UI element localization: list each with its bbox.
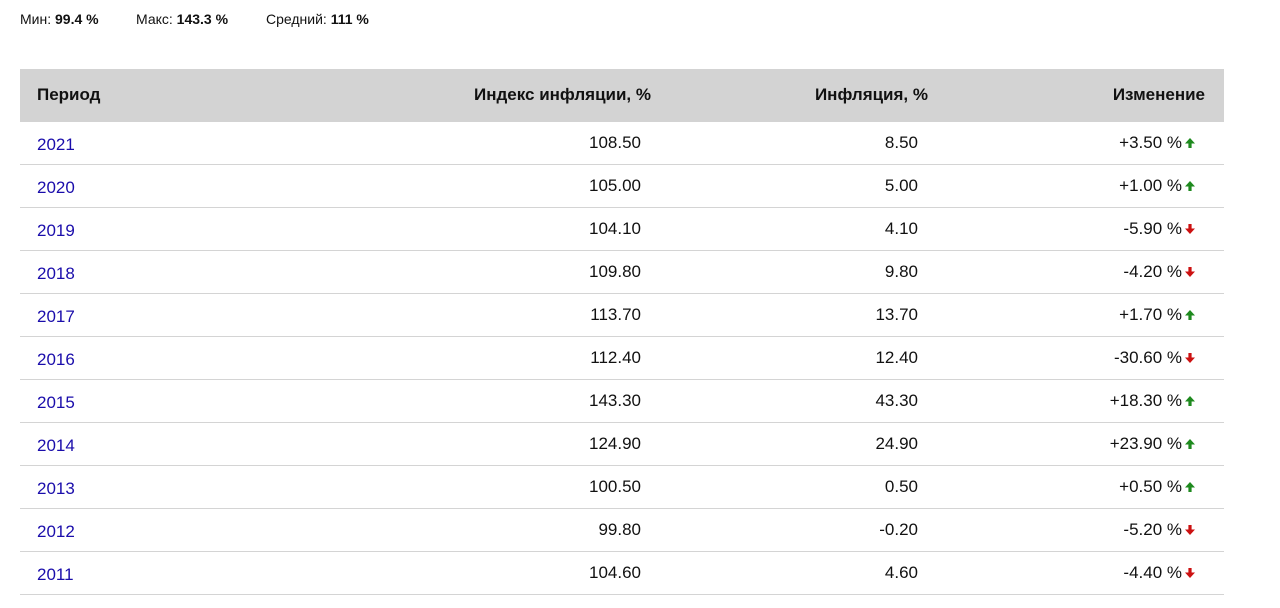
arrow-down-icon bbox=[1184, 266, 1196, 278]
change-cell: +1.70 % bbox=[1119, 305, 1196, 325]
header-change[interactable]: Изменение bbox=[1113, 85, 1205, 105]
arrow-up-icon bbox=[1184, 180, 1196, 192]
change-value: -5.90 % bbox=[1123, 219, 1182, 238]
period-link[interactable]: 2012 bbox=[37, 522, 75, 542]
change-cell: +18.30 % bbox=[1110, 391, 1196, 411]
inflation-value: 43.30 bbox=[875, 391, 918, 410]
arrow-up-icon bbox=[1184, 438, 1196, 450]
change-value: -4.20 % bbox=[1123, 262, 1182, 281]
table-row: 2019 104.10 4.10 -5.90 % bbox=[20, 208, 1224, 251]
change-cell: -30.60 % bbox=[1114, 348, 1196, 368]
index-value: 104.60 bbox=[589, 563, 641, 582]
arrow-down-icon bbox=[1184, 524, 1196, 536]
period-link[interactable]: 2021 bbox=[37, 135, 75, 155]
change-value: -5.20 % bbox=[1123, 520, 1182, 539]
change-cell: +1.00 % bbox=[1119, 176, 1196, 196]
table-body: 2021 108.50 8.50 +3.50 % 2020 105.00 5.00 +1.00… bbox=[20, 122, 1224, 595]
stat-max: Макс: 143.3 % bbox=[136, 10, 266, 28]
table-row: 2014 124.90 24.90 +23.90 % bbox=[20, 423, 1224, 466]
table-header: Период Индекс инфляции, % Инфляция, % Из… bbox=[20, 69, 1224, 122]
index-value: 124.90 bbox=[589, 434, 641, 453]
index-value: 112.40 bbox=[590, 348, 641, 367]
inflation-value: 13.70 bbox=[875, 305, 918, 324]
header-inflation[interactable]: Инфляция, % bbox=[815, 85, 928, 105]
inflation-value: 4.60 bbox=[884, 563, 918, 582]
index-value: 113.70 bbox=[590, 305, 641, 324]
period-link[interactable]: 2020 bbox=[37, 178, 75, 198]
change-value: +23.90 % bbox=[1109, 434, 1182, 453]
stat-max-label: Макс: bbox=[136, 11, 173, 27]
change-cell: +0.50 % bbox=[1119, 477, 1196, 497]
inflation-value: 12.40 bbox=[875, 348, 918, 367]
change-cell: -4.40 % bbox=[1123, 563, 1196, 583]
table-row: 2017 113.70 13.70 +1.70 % bbox=[20, 294, 1224, 337]
arrow-up-icon bbox=[1184, 137, 1196, 149]
table-row: 2016 112.40 12.40 -30.60 % bbox=[20, 337, 1224, 380]
inflation-value: 24.90 bbox=[875, 434, 918, 453]
table-row: 2018 109.80 9.80 -4.20 % bbox=[20, 251, 1224, 294]
table-row: 2020 105.00 5.00 +1.00 % bbox=[20, 165, 1224, 208]
change-cell: -4.20 % bbox=[1123, 262, 1196, 282]
change-value: -4.40 % bbox=[1123, 563, 1182, 582]
table-row: 2021 108.50 8.50 +3.50 % bbox=[20, 122, 1224, 165]
change-value: +0.50 % bbox=[1119, 477, 1182, 496]
stat-avg-label: Средний: bbox=[266, 11, 327, 27]
table-row: 2011 104.60 4.60 -4.40 % bbox=[20, 552, 1224, 595]
change-value: +1.00 % bbox=[1119, 176, 1182, 195]
change-value: +3.50 % bbox=[1119, 133, 1182, 152]
period-link[interactable]: 2015 bbox=[37, 393, 75, 413]
change-cell: -5.20 % bbox=[1123, 520, 1196, 540]
table-row: 2013 100.50 0.50 +0.50 % bbox=[20, 466, 1224, 509]
stat-avg: Средний: 111 % bbox=[266, 10, 369, 28]
index-value: 99.80 bbox=[598, 520, 641, 539]
change-cell: +23.90 % bbox=[1110, 434, 1196, 454]
stat-min-label: Мин: bbox=[20, 11, 52, 27]
index-value: 109.80 bbox=[589, 262, 641, 281]
period-link[interactable]: 2011 bbox=[37, 565, 74, 585]
inflation-value: 4.10 bbox=[884, 219, 918, 238]
change-cell: -5.90 % bbox=[1123, 219, 1196, 239]
change-value: +1.70 % bbox=[1119, 305, 1182, 324]
change-value: -30.60 % bbox=[1113, 348, 1182, 367]
inflation-value: -0.20 bbox=[879, 520, 918, 539]
stat-min: Мин: 99.4 % bbox=[20, 10, 136, 28]
stat-min-value: 99.4 % bbox=[55, 11, 99, 27]
header-index[interactable]: Индекс инфляции, % bbox=[474, 85, 651, 105]
index-value: 105.00 bbox=[589, 176, 641, 195]
arrow-down-icon bbox=[1184, 567, 1196, 579]
table-row: 2015 143.30 43.30 +18.30 % bbox=[20, 380, 1224, 423]
change-value: +18.30 % bbox=[1109, 391, 1182, 410]
index-value: 143.30 bbox=[589, 391, 641, 410]
arrow-up-icon bbox=[1184, 309, 1196, 321]
index-value: 104.10 bbox=[589, 219, 641, 238]
arrow-down-icon bbox=[1184, 223, 1196, 235]
arrow-down-icon bbox=[1184, 352, 1196, 364]
inflation-table: Период Индекс инфляции, % Инфляция, % Из… bbox=[20, 69, 1224, 595]
period-link[interactable]: 2017 bbox=[37, 307, 75, 327]
stat-avg-value: 111 % bbox=[330, 11, 369, 27]
period-link[interactable]: 2018 bbox=[37, 264, 75, 284]
inflation-value: 9.80 bbox=[884, 262, 918, 281]
index-value: 100.50 bbox=[589, 477, 641, 496]
arrow-up-icon bbox=[1184, 395, 1196, 407]
index-value: 108.50 bbox=[589, 133, 641, 152]
inflation-value: 0.50 bbox=[884, 477, 918, 496]
period-link[interactable]: 2013 bbox=[37, 479, 75, 499]
arrow-up-icon bbox=[1184, 481, 1196, 493]
header-period[interactable]: Период bbox=[37, 85, 100, 105]
summary-stats: Мин: 99.4 % Макс: 143.3 % Средний: 111 % bbox=[20, 10, 369, 28]
period-link[interactable]: 2014 bbox=[37, 436, 75, 456]
change-cell: +3.50 % bbox=[1119, 133, 1196, 153]
stat-max-value: 143.3 % bbox=[176, 11, 229, 27]
period-link[interactable]: 2019 bbox=[37, 221, 75, 241]
period-link[interactable]: 2016 bbox=[37, 350, 75, 370]
table-row: 2012 99.80 -0.20 -5.20 % bbox=[20, 509, 1224, 552]
inflation-value: 8.50 bbox=[884, 133, 918, 152]
inflation-value: 5.00 bbox=[884, 176, 918, 195]
